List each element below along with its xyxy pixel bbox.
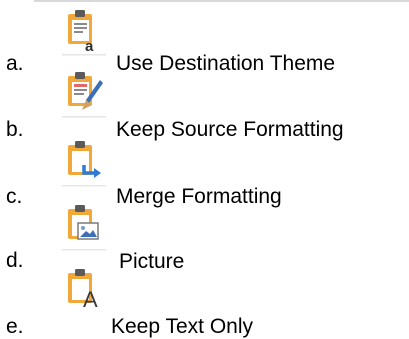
option-picture[interactable]: d. Picture — [0, 192, 409, 273]
paste-keep-source-formatting-icon — [62, 70, 106, 118]
option-keep-source-formatting[interactable]: b. Keep Source Formatting — [0, 64, 409, 141]
paste-picture-icon — [62, 203, 106, 251]
option-keep-text-only[interactable]: e. A Keep Text Only — [0, 256, 409, 338]
option-letter: e. — [6, 315, 24, 338]
svg-text:A: A — [83, 287, 98, 312]
paste-use-destination-theme-icon: a — [62, 8, 106, 56]
option-label: Keep Text Only — [111, 315, 254, 338]
svg-text:a: a — [85, 38, 94, 55]
option-merge-formatting[interactable]: c. Merge Formatting — [0, 128, 409, 208]
option-use-destination-theme[interactable]: a. a Use Destination Theme — [0, 0, 409, 75]
paste-keep-text-only-icon: A — [62, 267, 106, 315]
paste-merge-formatting-icon — [62, 139, 106, 187]
